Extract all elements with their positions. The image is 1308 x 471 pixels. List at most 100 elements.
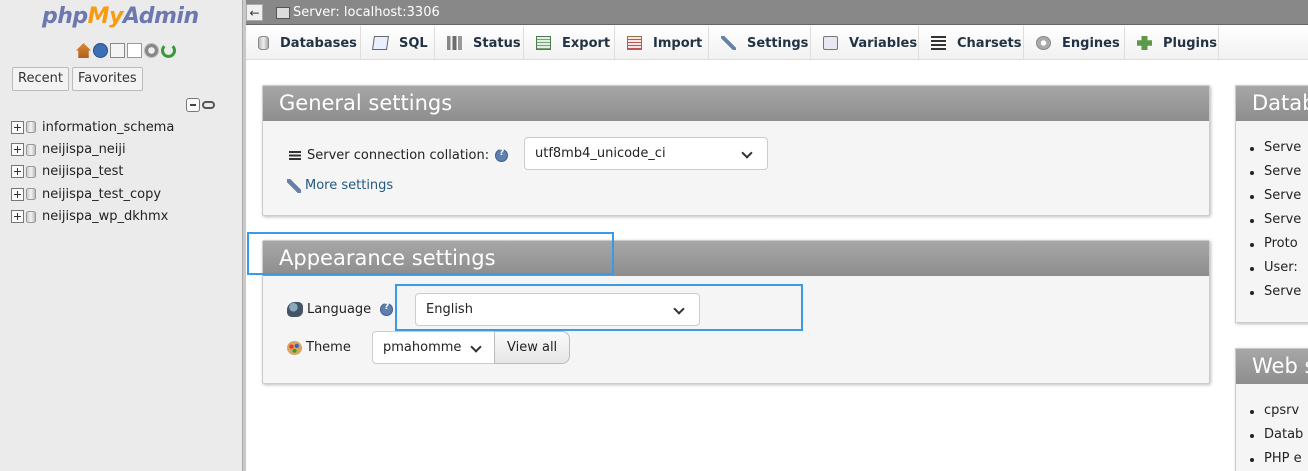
database-server-panel: Datab Serve Serve Serve Serve Proto User… — [1235, 85, 1308, 323]
database-name[interactable]: neijispa_test_copy — [42, 187, 161, 202]
tab-status[interactable]: Status — [435, 26, 524, 60]
chevron-down-icon — [741, 147, 753, 159]
web-server-title: Web s — [1236, 349, 1308, 384]
tab-settings[interactable]: Settings — [709, 26, 811, 60]
web-server-panel: Web s cpsrv Datab PHP e — [1235, 348, 1308, 471]
database-server-title: Datab — [1236, 86, 1308, 121]
document-icon[interactable] — [110, 43, 125, 58]
list-item: User: — [1250, 256, 1308, 280]
theme-value: pmahomme — [383, 340, 462, 355]
theme-label: Theme — [306, 340, 351, 355]
list-item: Serve — [1250, 184, 1308, 208]
database-tree: information_schema neijispa_neiji neijis… — [11, 116, 174, 228]
status-icon — [447, 36, 462, 50]
tab-databases[interactable]: Databases — [246, 26, 361, 60]
tab-import[interactable]: Import — [615, 26, 709, 60]
list-item: Serve — [1250, 160, 1308, 184]
nav-tabs: Recent Favorites — [12, 67, 143, 91]
database-server-list: Serve Serve Serve Serve Proto User: Serv… — [1236, 136, 1308, 304]
expand-icon[interactable] — [11, 120, 24, 134]
reload-icon[interactable] — [161, 43, 176, 58]
expand-icon[interactable] — [11, 143, 24, 157]
charsets-icon — [931, 36, 946, 50]
tab-label: Engines — [1062, 35, 1120, 51]
database-icon — [26, 165, 36, 178]
tree-item[interactable]: information_schema — [11, 116, 174, 138]
expand-icon[interactable] — [11, 165, 24, 179]
database-icon — [26, 210, 36, 223]
list-item: Serve — [1250, 136, 1308, 160]
home-icon[interactable] — [76, 43, 91, 58]
database-icon — [258, 36, 269, 50]
view-all-button[interactable]: View all — [494, 331, 571, 364]
gear-icon[interactable] — [144, 43, 159, 58]
tree-item[interactable]: neijispa_test — [11, 161, 174, 183]
database-icon — [26, 143, 36, 156]
list-item: Serve — [1250, 280, 1308, 304]
list-icon — [289, 150, 301, 161]
tree-item[interactable]: neijispa_test_copy — [11, 183, 174, 205]
language-label: Language — [307, 302, 372, 317]
list-item: Proto — [1250, 232, 1308, 256]
plugins-icon — [1137, 36, 1152, 50]
tab-label: Import — [653, 35, 703, 51]
recent-button[interactable]: Recent — [12, 67, 69, 91]
tab-plugins[interactable]: Plugins — [1125, 26, 1219, 60]
tab-sql[interactable]: SQL — [361, 26, 435, 60]
database-icon — [26, 188, 36, 201]
database-name[interactable]: neijispa_test — [42, 164, 124, 179]
tab-engines[interactable]: Engines — [1024, 26, 1125, 60]
server-icon — [276, 7, 290, 19]
help-icon[interactable] — [380, 302, 394, 316]
navigation-panel: phpMyAdmin Recent Favorites information_… — [0, 0, 243, 471]
nav-icon-bar — [76, 43, 176, 58]
collation-label-row: Server connection collation: — [289, 148, 509, 163]
list-item: PHP e — [1250, 447, 1308, 471]
server-breadcrumb[interactable]: Server: localhost:3306 — [293, 5, 440, 20]
docs-icon[interactable] — [127, 43, 142, 58]
expand-icon[interactable] — [11, 210, 24, 224]
theme-select[interactable]: pmahomme — [372, 331, 495, 364]
language-icon — [287, 302, 303, 317]
database-icon — [26, 121, 36, 134]
more-settings-link[interactable]: More settings — [287, 178, 393, 193]
tab-label: Plugins — [1163, 35, 1217, 51]
list-item: Serve — [1250, 208, 1308, 232]
help-icon[interactable] — [495, 148, 509, 162]
expand-icon[interactable] — [11, 187, 24, 201]
general-settings-title: General settings — [263, 86, 1209, 121]
server-breadcrumb-bar: ← Server: localhost:3306 — [246, 0, 1308, 25]
help-icon[interactable] — [93, 43, 108, 58]
collapse-all-icon[interactable] — [186, 98, 200, 112]
wrench-icon — [287, 178, 301, 193]
language-label-row: Language — [287, 302, 394, 317]
palette-icon — [287, 340, 302, 355]
chevron-down-icon — [470, 341, 482, 353]
wrench-icon — [721, 36, 736, 50]
database-name[interactable]: information_schema — [42, 120, 174, 135]
collapse-nav-button[interactable]: ← — [246, 4, 263, 21]
sql-icon — [372, 36, 389, 50]
list-item: Datab — [1250, 423, 1308, 447]
tree-item[interactable]: neijispa_wp_dkhmx — [11, 206, 174, 228]
tree-item[interactable]: neijispa_neiji — [11, 138, 174, 160]
tab-label: Export — [562, 35, 611, 51]
logo-my: My — [87, 4, 124, 29]
database-name[interactable]: neijispa_neiji — [42, 142, 126, 157]
phpmyadmin-logo[interactable]: phpMyAdmin — [42, 4, 199, 29]
tab-variables[interactable]: Variables — [811, 26, 919, 60]
tab-label: Status — [473, 35, 521, 51]
tab-export[interactable]: Export — [524, 26, 615, 60]
collation-label: Server connection collation: — [307, 148, 490, 163]
favorites-button[interactable]: Favorites — [71, 67, 143, 91]
general-settings-panel: General settings Server connection colla… — [262, 85, 1210, 216]
highlight-box-appearance — [247, 232, 614, 275]
tree-controls — [186, 98, 215, 112]
tab-charsets[interactable]: Charsets — [919, 26, 1024, 60]
nav-resize-handle[interactable] — [243, 0, 246, 471]
main-tab-bar: Databases SQL Status Export Import Setti… — [246, 26, 1308, 60]
database-name[interactable]: neijispa_wp_dkhmx — [42, 209, 168, 224]
highlight-box-language — [395, 284, 803, 331]
link-icon[interactable] — [202, 101, 215, 109]
collation-select[interactable]: utf8mb4_unicode_ci — [524, 137, 768, 170]
